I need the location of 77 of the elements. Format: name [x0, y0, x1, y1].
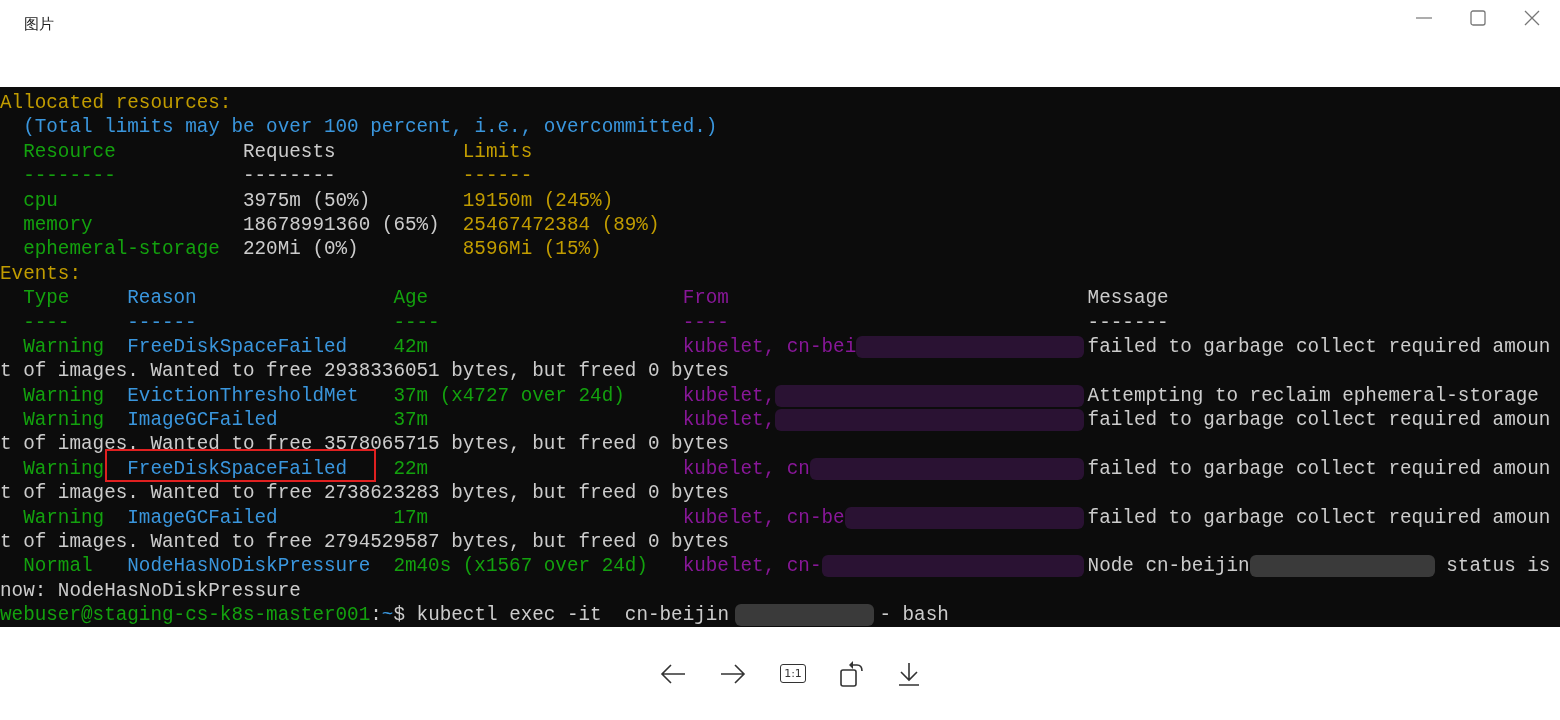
rotate-icon[interactable]: [839, 660, 864, 687]
column-header: Resource: [23, 139, 116, 165]
event-message: Attempting to reclaim ephemeral-storage: [1087, 383, 1539, 409]
event-reason: FreeDiskSpaceFailed: [127, 334, 348, 360]
event-message: failed to garbage collect required amoun: [1087, 505, 1551, 531]
section-heading: Allocated resources:: [0, 91, 232, 116]
wrapped-message: t of images. Wanted to free 2794529587 bytes, but freed 0 bytes: [0, 530, 729, 555]
event-source: kubelet, cn: [682, 456, 810, 482]
event-message: failed to garbage collect required amoun: [1087, 408, 1551, 433]
event-age: 22m: [393, 456, 429, 482]
event-type: Warning: [23, 334, 105, 360]
prompt-separator: :: [370, 603, 382, 627]
table-cell: cpu: [23, 188, 58, 213]
column-header: From: [682, 286, 729, 311]
header-rule: ------: [462, 164, 533, 189]
section-heading: Events:: [0, 261, 81, 287]
event-age: 42m: [393, 334, 429, 360]
event-reason: FreeDiskSpaceFailed: [127, 456, 348, 482]
event-source: kubelet,: [682, 408, 776, 433]
column-header: Requests: [242, 139, 336, 165]
event-age: 2m40s (x1567 over 24d): [393, 554, 648, 579]
actual-size-button[interactable]: 1:1: [780, 664, 806, 683]
event-type: Warning: [23, 383, 105, 409]
event-type: Warning: [23, 408, 105, 433]
wrapped-message: t of images. Wanted to free 2938336051 bytes, but freed 0 bytes: [0, 359, 729, 384]
download-icon[interactable]: [897, 661, 920, 686]
header-rule: --------: [242, 164, 336, 189]
column-header: Message: [1087, 286, 1169, 311]
event-message: failed to garbage collect required amoun: [1087, 334, 1551, 360]
event-message: failed to garbage collect required amoun: [1087, 456, 1551, 482]
column-header: Type: [23, 286, 70, 311]
event-type: Normal: [23, 554, 93, 579]
table-cell: 8596Mi (15%): [462, 237, 602, 262]
table-cell: memory: [23, 212, 93, 238]
event-reason: ImageGCFailed: [127, 505, 278, 531]
command-text: - bash: [879, 603, 949, 627]
close-icon[interactable]: [1524, 10, 1540, 26]
table-cell: 25467472384 (89%): [462, 212, 660, 238]
event-message: Node cn-beijin: [1087, 554, 1250, 579]
wrapped-message: now: NodeHasNoDiskPressure: [0, 578, 301, 604]
header-rule: --------: [23, 164, 116, 189]
event-source: kubelet, cn-: [682, 554, 822, 579]
window-title: 图片: [24, 15, 54, 34]
maximize-icon[interactable]: [1470, 10, 1486, 26]
table-cell: ephemeral-storage: [23, 237, 220, 262]
wrapped-message: t of images. Wanted to free 3578065715 bytes, but freed 0 bytes: [0, 432, 729, 457]
event-message: status is: [1446, 554, 1551, 579]
header-rule: -------: [1087, 310, 1169, 335]
column-header: Reason: [127, 286, 197, 311]
event-source: kubelet,: [682, 383, 776, 409]
column-header: Age: [393, 286, 429, 311]
command-text: $ kubectl exec -it cn-beijin: [393, 603, 729, 627]
table-cell: 18678991360 (65%): [242, 212, 440, 238]
table-cell: 19150m (245%): [462, 188, 614, 213]
left-arrow-icon[interactable]: [660, 663, 687, 684]
event-type: Warning: [23, 505, 105, 531]
terminal-note: (Total limits may be over 100 percent, i.e., overcommitted.): [23, 115, 718, 140]
event-age: 37m (x4727 over 24d): [393, 383, 625, 409]
right-arrow-icon[interactable]: [720, 663, 747, 684]
event-age: 37m: [393, 408, 429, 433]
header-rule: ----: [682, 310, 729, 335]
event-age: 17m: [393, 505, 429, 531]
event-source: kubelet, cn-be: [682, 505, 845, 531]
prompt-path: ~: [381, 603, 394, 627]
header-rule: ----: [393, 310, 440, 335]
event-source: kubelet, cn-bei: [682, 334, 857, 360]
event-type: Warning: [23, 456, 105, 482]
header-rule: ----: [23, 310, 70, 335]
column-header: Limits: [462, 139, 533, 165]
event-reason: ImageGCFailed: [127, 408, 278, 433]
wrapped-message: t of images. Wanted to free 2738623283 bytes, but freed 0 bytes: [0, 481, 729, 506]
event-reason: NodeHasNoDiskPressure: [127, 554, 371, 579]
event-reason: EvictionThresholdMet: [127, 383, 359, 409]
header-rule: ------: [127, 310, 197, 335]
table-cell: 220Mi (0%): [242, 237, 359, 262]
table-cell: 3975m (50%): [242, 188, 371, 213]
prompt-user: webuser@staging-cs-k8s-master001: [0, 603, 371, 627]
